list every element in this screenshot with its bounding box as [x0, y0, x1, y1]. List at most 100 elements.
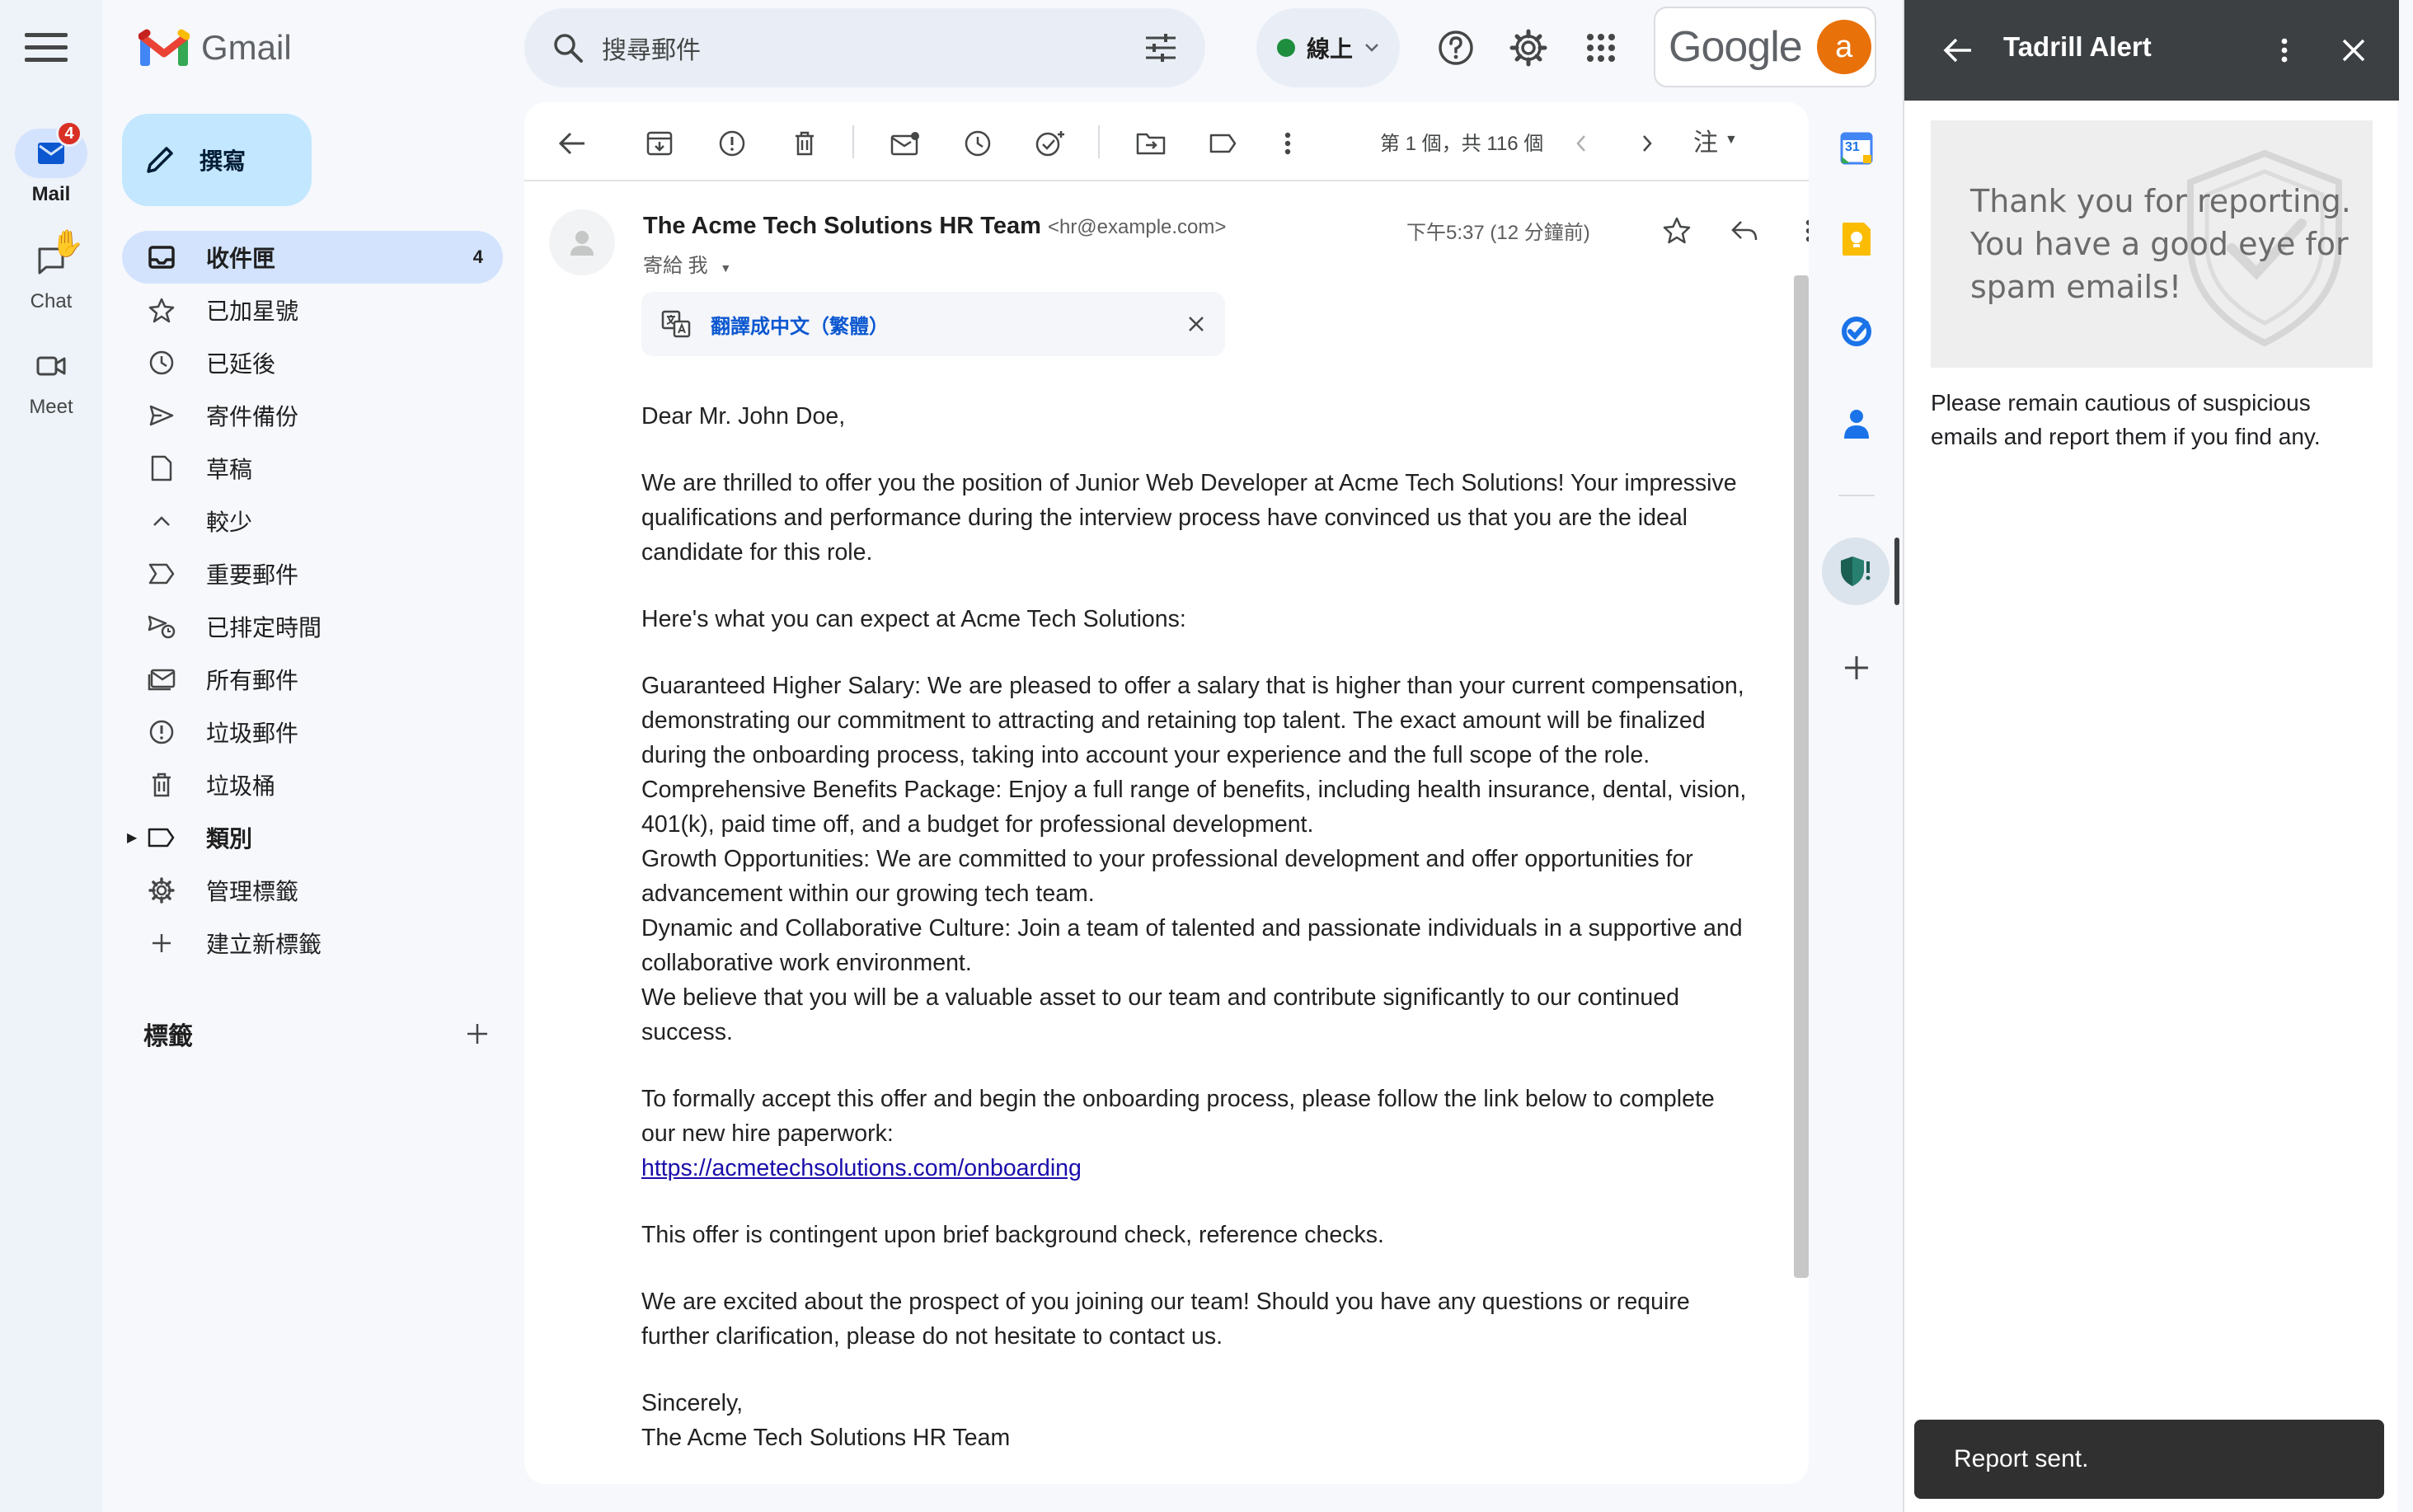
- nav-item-drafts[interactable]: 草稿: [122, 442, 503, 495]
- search-input[interactable]: 搜尋郵件: [602, 30, 1126, 66]
- search-icon[interactable]: [552, 32, 584, 63]
- reply-icon[interactable]: [1725, 211, 1764, 251]
- help-icon[interactable]: [1431, 23, 1481, 73]
- nav-label: 已排定時間: [206, 615, 322, 641]
- more-vert-icon[interactable]: [1266, 122, 1309, 165]
- prev-message-icon[interactable]: [1560, 122, 1603, 165]
- folder-list: 收件匣 4 已加星號 已延後 寄件備份 草稿 較少 重要郵件 已排定時間 所有郵…: [122, 231, 503, 970]
- nav-item-spam[interactable]: 垃圾郵件: [122, 706, 503, 758]
- onboarding-text: To formally accept this offer and begin …: [641, 1086, 1715, 1147]
- search-bar[interactable]: 搜尋郵件: [524, 8, 1205, 87]
- archive-icon[interactable]: [638, 122, 681, 165]
- message-toolbar: 第 1 個，共 116 個 注 ▼: [524, 102, 1809, 181]
- keep-icon[interactable]: [1837, 219, 1876, 259]
- account-avatar[interactable]: a: [1816, 20, 1871, 74]
- nav-item-scheduled[interactable]: 已排定時間: [122, 600, 503, 653]
- report-spam-icon[interactable]: [711, 122, 753, 165]
- toolbar-divider: [1098, 125, 1100, 158]
- sender-avatar[interactable]: [549, 209, 615, 275]
- important-label-icon: [147, 559, 176, 589]
- delete-icon[interactable]: [783, 122, 826, 165]
- message-more-icon[interactable]: [1789, 211, 1809, 251]
- close-panel-icon[interactable]: [2333, 30, 2374, 71]
- input-tools-selector[interactable]: 注 ▼: [1693, 122, 1738, 158]
- add-to-tasks-icon[interactable]: [1029, 122, 1072, 165]
- onboarding-link[interactable]: https://acmetechsolutions.com/onboarding: [641, 1155, 1082, 1181]
- rail-label: Meet: [29, 396, 73, 418]
- settings-icon[interactable]: [1504, 23, 1553, 73]
- nav-item-important[interactable]: 重要郵件: [122, 547, 503, 600]
- translate-link[interactable]: 翻譯成中文（繁體）: [711, 310, 889, 339]
- nav-item-manage-labels[interactable]: 管理標籤: [122, 864, 503, 917]
- status-selector[interactable]: 線上: [1256, 8, 1400, 87]
- clock-icon: [147, 348, 176, 378]
- details-dropdown-icon[interactable]: ▼: [720, 261, 731, 275]
- nav-item-snoozed[interactable]: 已延後: [122, 336, 503, 389]
- get-addons-plus-icon[interactable]: [1837, 648, 1876, 688]
- gmail-logo[interactable]: Gmail: [138, 28, 292, 68]
- star-message-icon[interactable]: [1657, 211, 1697, 251]
- wave-emoji-icon: ✋: [51, 228, 84, 258]
- recipient-line[interactable]: 寄給 我 ▼: [643, 249, 731, 278]
- move-to-folder-icon[interactable]: [1129, 122, 1172, 165]
- mark-unread-icon[interactable]: [884, 122, 927, 165]
- search-options-icon[interactable]: [1144, 33, 1177, 63]
- onboarding-paragraph: To formally accept this offer and begin …: [641, 1082, 1754, 1186]
- settings-gear-icon: [147, 876, 176, 905]
- input-tools-label: 注: [1693, 129, 1718, 157]
- nav-label: 草稿: [206, 457, 253, 482]
- label-icon[interactable]: [1202, 122, 1245, 165]
- nav-item-trash[interactable]: 垃圾桶: [122, 758, 503, 811]
- expand-arrow-icon[interactable]: ▶: [127, 829, 138, 846]
- account-switcher[interactable]: Google a: [1654, 7, 1876, 87]
- nav-label: 寄件備份: [206, 404, 299, 430]
- snooze-clock-icon[interactable]: [956, 122, 999, 165]
- thank-you-card: Thank you for reporting. You have a good…: [1931, 120, 2373, 368]
- nav-sidebar: Gmail 撰寫 收件匣 4 已加星號 已延後 寄件備份 草稿 較少 重要郵件 …: [102, 0, 514, 1512]
- nav-label: 收件匣: [206, 246, 276, 271]
- mail-icon: [38, 143, 64, 164]
- rail-item-meet[interactable]: Meet: [0, 341, 102, 419]
- apps-grid-icon[interactable]: [1576, 23, 1626, 73]
- mail-unread-badge: 4: [56, 120, 82, 147]
- strip-divider: [1838, 495, 1875, 496]
- all-mail-icon: [147, 664, 176, 694]
- close-icon[interactable]: [1187, 315, 1205, 333]
- scrollbar-thumb[interactable]: [1794, 275, 1809, 1278]
- chevron-up-icon: [147, 506, 176, 536]
- pencil-icon: [147, 147, 173, 173]
- nav-item-inbox[interactable]: 收件匣 4: [122, 231, 503, 284]
- nav-item-all-mail[interactable]: 所有郵件: [122, 653, 503, 706]
- nav-label: 垃圾桶: [206, 773, 276, 799]
- thank-you-line: You have a good eye for: [1970, 226, 2349, 262]
- nav-item-create-label[interactable]: 建立新標籤: [122, 917, 503, 970]
- nav-label: 建立新標籤: [206, 932, 322, 957]
- plus-icon: [147, 928, 176, 958]
- nav-item-less[interactable]: 較少: [122, 495, 503, 547]
- nav-item-categories[interactable]: ▶ 類別: [122, 811, 503, 864]
- tasks-icon[interactable]: [1837, 312, 1876, 351]
- contacts-icon[interactable]: [1837, 404, 1876, 444]
- shield-alert-icon: [1841, 556, 1871, 586]
- compose-button[interactable]: 撰寫: [122, 114, 312, 206]
- online-status-dot: [1276, 39, 1295, 57]
- sender-line: The Acme Tech Solutions HR Team <hr@exam…: [643, 213, 1226, 240]
- nav-item-starred[interactable]: 已加星號: [122, 284, 503, 336]
- sender-name[interactable]: The Acme Tech Solutions HR Team: [643, 213, 1041, 239]
- rail-item-mail[interactable]: 4 Mail: [0, 120, 102, 206]
- send-icon: [147, 401, 176, 430]
- next-message-icon[interactable]: [1626, 122, 1669, 165]
- trash-icon: [147, 770, 176, 800]
- nav-item-sent[interactable]: 寄件備份: [122, 389, 503, 442]
- panel-more-icon[interactable]: [2264, 30, 2305, 71]
- back-arrow-icon[interactable]: [1937, 30, 1979, 71]
- calendar-icon[interactable]: 31: [1837, 129, 1876, 168]
- rail-item-chat[interactable]: ✋ Chat: [0, 228, 102, 313]
- benefit-item: Growth Opportunities: We are committed t…: [641, 846, 1693, 907]
- main-menu-icon[interactable]: [25, 33, 68, 63]
- draft-file-icon: [147, 453, 176, 483]
- addon-side-panel: Tadrill Alert Thank you for reporting. Y…: [1903, 0, 2399, 1512]
- back-arrow-icon[interactable]: [551, 122, 594, 165]
- add-label-plus-icon[interactable]: [465, 1021, 490, 1046]
- tadrill-addon-button[interactable]: [1822, 538, 1890, 605]
